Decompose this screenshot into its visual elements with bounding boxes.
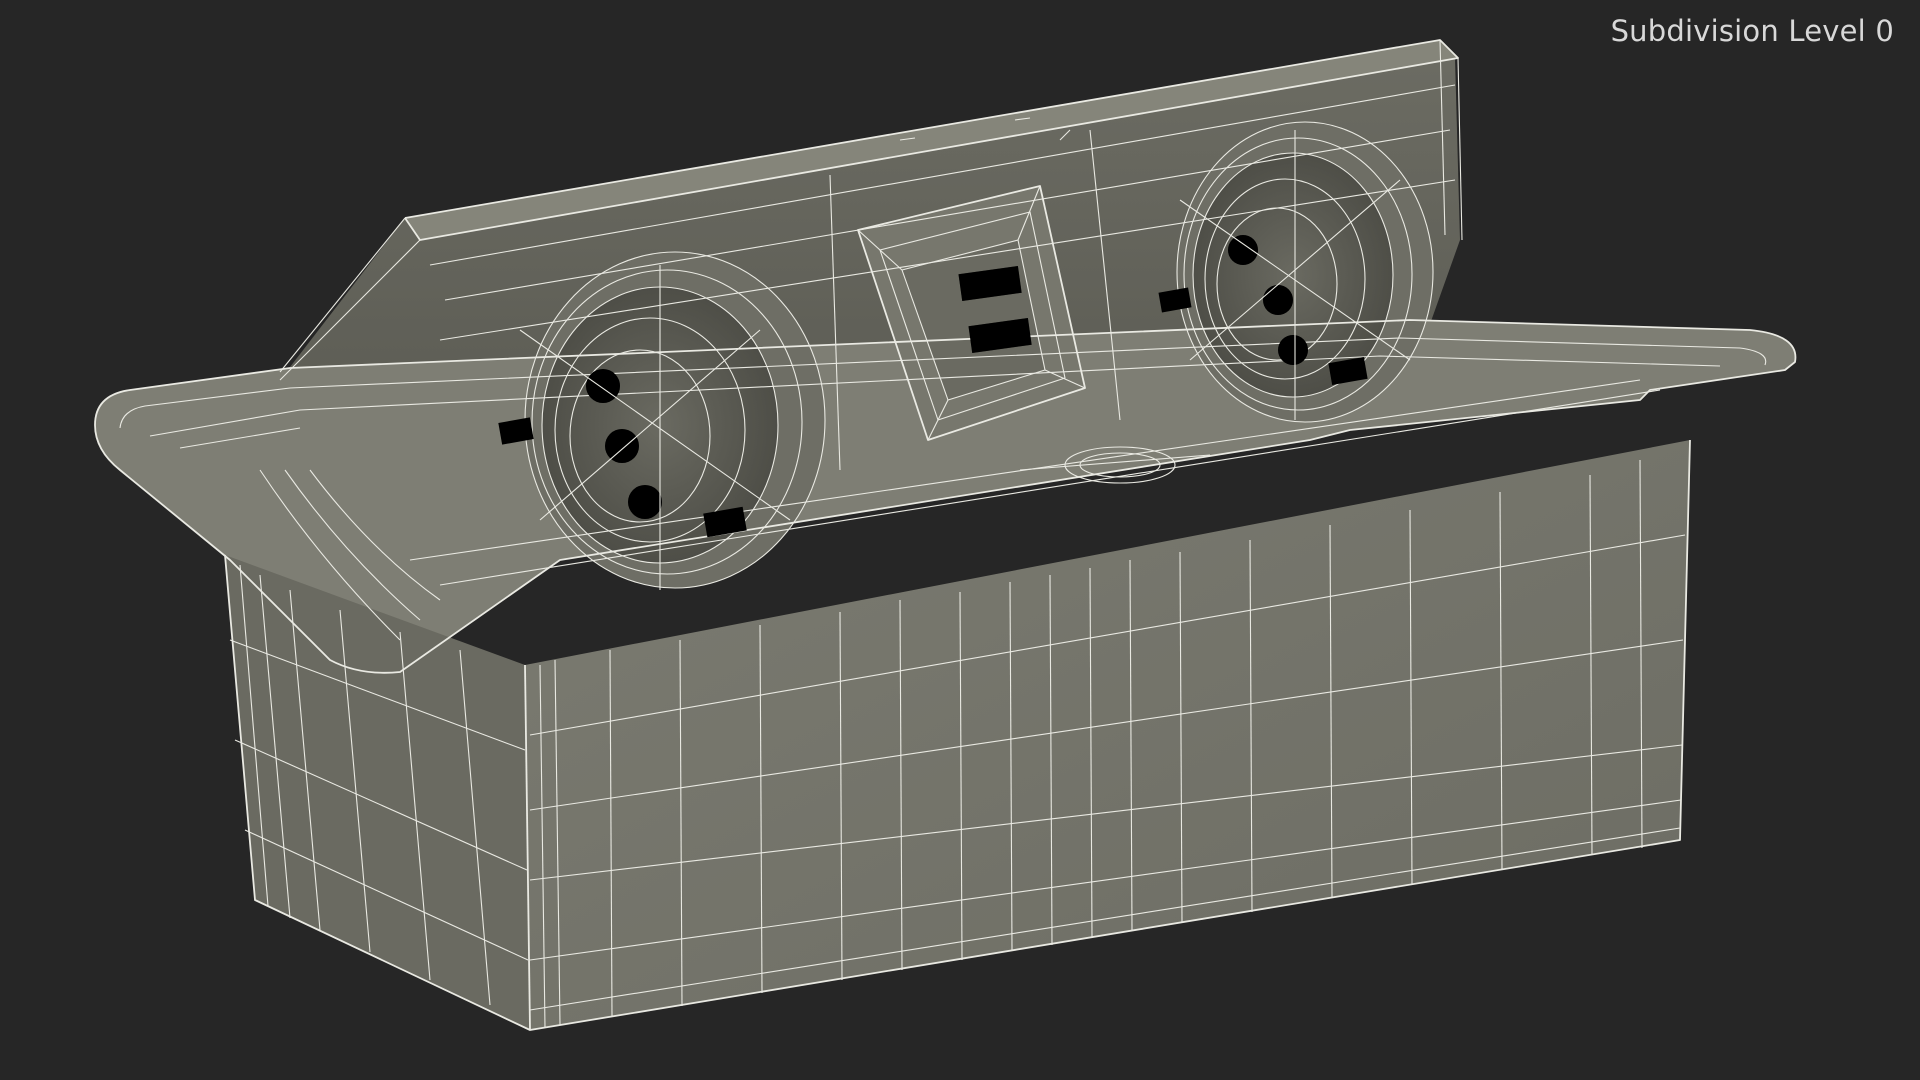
render-viewport: Subdivision Level 0 bbox=[0, 0, 1920, 1080]
subdivision-level-label: Subdivision Level 0 bbox=[1610, 14, 1894, 48]
wireframe-model-render bbox=[94, 39, 1797, 1031]
right-schuko-socket bbox=[1177, 122, 1433, 422]
